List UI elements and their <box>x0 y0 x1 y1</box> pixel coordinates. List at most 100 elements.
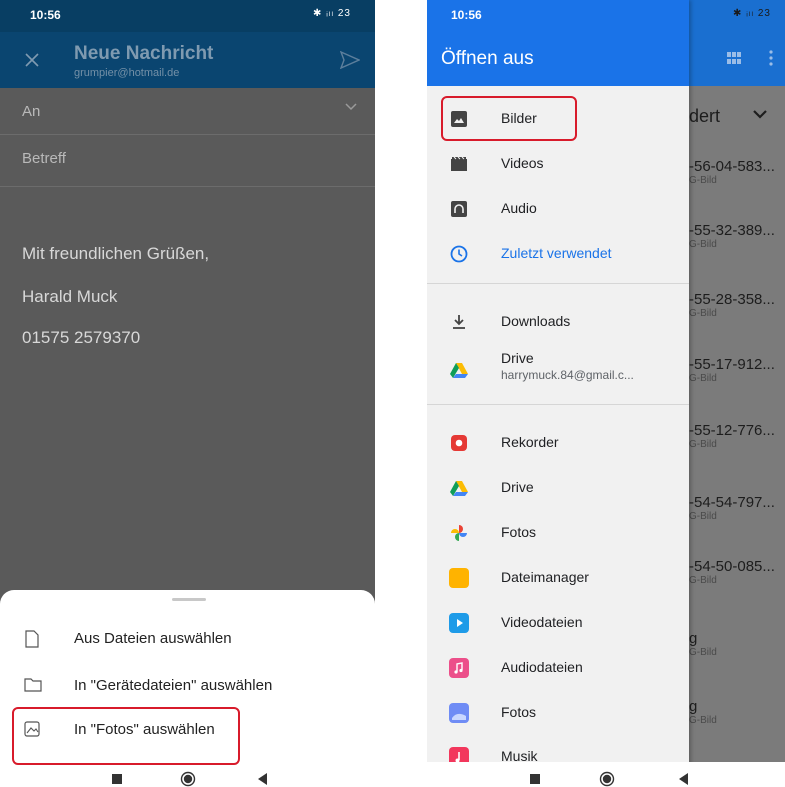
clock-icon <box>449 244 469 264</box>
drawer-item-label: Fotos <box>501 704 537 720</box>
file-item[interactable]: -54-54-797... G-Bild <box>689 494 775 522</box>
file-item[interactable]: -56-04-583... G-Bild <box>689 158 775 186</box>
close-icon[interactable] <box>24 52 40 68</box>
file-name: -54-50-085... <box>689 558 775 575</box>
highlight-box <box>12 707 240 765</box>
file-type: G-Bild <box>689 575 717 586</box>
drawer-item-label: Audio <box>501 200 537 216</box>
drawer-item-drive[interactable]: Drive <box>427 467 689 509</box>
back-nav-icon[interactable] <box>258 773 268 785</box>
file-name: -54-54-797... <box>689 494 775 511</box>
divider <box>0 134 375 135</box>
filemanager-icon <box>449 568 469 588</box>
file-list: -56-04-583... G-Bild -55-32-389... G-Bild … <box>689 150 785 750</box>
drawer-item-label: Drive <box>501 350 534 366</box>
drawer-item-label: Drive <box>501 479 534 495</box>
drawer-item-label: Fotos <box>501 524 537 540</box>
divider <box>427 404 689 405</box>
drive-icon <box>449 478 469 498</box>
grid-view-icon[interactable] <box>727 52 741 64</box>
compose-title: Neue Nachricht <box>74 43 214 64</box>
folder-icon <box>24 677 42 693</box>
drive-icon <box>449 360 469 380</box>
drawer-item-dateimanager[interactable]: Dateimanager <box>427 557 689 599</box>
file-name: g <box>689 698 698 715</box>
recorder-icon <box>449 433 469 453</box>
file-item[interactable]: -54-50-085... G-Bild <box>689 558 775 586</box>
file-item[interactable]: g G-Bild <box>689 698 717 726</box>
drawer-item-label: Audiodateien <box>501 659 583 675</box>
body-line[interactable]: 01575 2579370 <box>22 328 140 348</box>
option-from-files[interactable]: Aus Dateien auswählen <box>0 619 375 659</box>
option-device-files[interactable]: In "Gerätedateien" auswählen <box>0 666 375 706</box>
drawer-item-account: harrymuck.84@gmail.c... <box>501 368 634 382</box>
home-nav-icon[interactable] <box>599 771 615 787</box>
right-phone-screen: dert -56-04-583... G-Bild -55-32-389... G-… <box>427 0 785 787</box>
divider <box>0 186 375 187</box>
nav-bar <box>427 762 785 787</box>
file-type: G-Bild <box>689 715 717 726</box>
sort-label[interactable]: dert <box>689 106 720 127</box>
chevron-down-icon[interactable] <box>753 110 767 120</box>
file-type: G-Bild <box>689 511 717 522</box>
chevron-down-icon[interactable] <box>345 103 357 111</box>
videofiles-icon <box>449 613 469 633</box>
nav-bar <box>0 762 375 787</box>
file-name: g <box>689 630 698 647</box>
drawer-item-videodateien[interactable]: Videodateien <box>427 602 689 644</box>
drawer-item-fotos[interactable]: Fotos <box>427 512 689 554</box>
drawer-item-label: Videodateien <box>501 614 583 630</box>
recents-nav-icon[interactable] <box>112 774 122 784</box>
photos-pinwheel-icon <box>449 523 469 543</box>
download-icon <box>449 312 469 332</box>
file-type: G-Bild <box>689 239 717 250</box>
sheet-drag-handle[interactable] <box>172 598 206 601</box>
file-type: G-Bild <box>689 175 717 186</box>
option-label: In "Gerätedateien" auswählen <box>74 677 273 694</box>
recents-nav-icon[interactable] <box>530 774 540 784</box>
drawer-item-rekorder[interactable]: Rekorder <box>427 422 689 464</box>
video-icon <box>449 154 469 174</box>
more-options-icon[interactable] <box>769 50 773 66</box>
drawer-item-label: Rekorder <box>501 434 559 450</box>
audiofiles-icon <box>449 658 469 678</box>
divider <box>427 283 689 284</box>
file-type: G-Bild <box>689 308 717 319</box>
send-icon[interactable] <box>340 51 360 69</box>
file-name: -56-04-583... <box>689 158 775 175</box>
drawer-item-downloads[interactable]: Downloads <box>427 301 689 343</box>
subject-field[interactable]: Betreff <box>22 150 66 167</box>
drawer-item-label: Downloads <box>501 313 571 329</box>
file-name: -55-32-389... <box>689 222 775 239</box>
status-icons: ✱ ᵢₗₗ 23 <box>733 8 771 19</box>
left-phone-screen: 10:56 ✱ ᵢₗₗ 23 Neue Nachricht grumpier@h… <box>0 0 375 787</box>
file-item[interactable]: -55-12-776... G-Bild <box>689 422 775 450</box>
drawer-item-gallery[interactable]: Fotos <box>427 692 689 734</box>
drawer-item-recent[interactable]: Zuletzt verwendet <box>427 233 689 275</box>
drawer-title: Öffnen aus <box>441 48 534 69</box>
home-nav-icon[interactable] <box>180 771 196 787</box>
audio-icon <box>449 199 469 219</box>
gallery-icon <box>449 703 469 723</box>
drawer-item-audiodateien[interactable]: Audiodateien <box>427 647 689 689</box>
status-time: 10:56 <box>30 8 61 22</box>
drawer-item-audio[interactable]: Audio <box>427 188 689 230</box>
body-line[interactable]: Mit freundlichen Grüßen, <box>22 244 209 264</box>
to-field[interactable]: An <box>22 103 40 120</box>
drawer-item-label: Dateimanager <box>501 569 589 585</box>
highlight-box <box>441 96 577 141</box>
file-type: G-Bild <box>689 647 717 658</box>
drawer-item-label: Zuletzt verwendet <box>501 245 612 261</box>
compose-from-address: grumpier@hotmail.de <box>74 67 180 79</box>
file-name: -55-28-358... <box>689 291 775 308</box>
file-item[interactable]: -55-32-389... G-Bild <box>689 222 775 250</box>
file-item[interactable]: -55-28-358... G-Bild <box>689 291 775 319</box>
file-item[interactable]: g G-Bild <box>689 630 717 658</box>
file-item[interactable]: -55-17-912... G-Bild <box>689 356 775 384</box>
back-nav-icon[interactable] <box>679 773 689 785</box>
file-name: -55-17-912... <box>689 356 775 373</box>
option-label: Aus Dateien auswählen <box>74 630 232 647</box>
body-line[interactable]: Harald Muck <box>22 287 117 307</box>
drawer-item-videos[interactable]: Videos <box>427 143 689 185</box>
drawer-item-drive-account[interactable]: Drive harrymuck.84@gmail.c... <box>427 346 689 398</box>
